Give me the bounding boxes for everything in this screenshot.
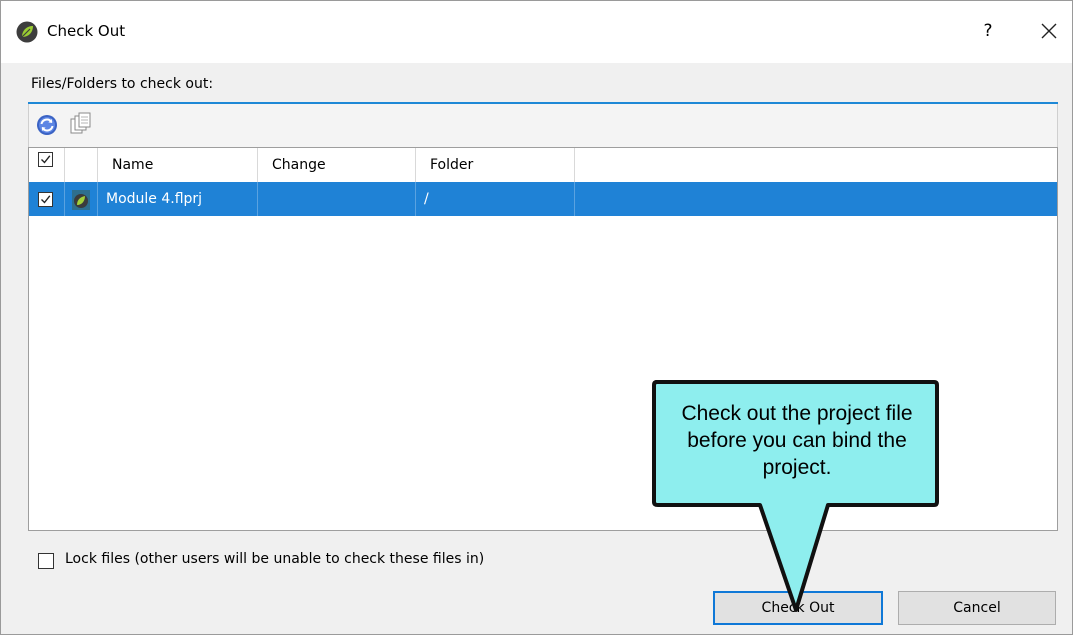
callout-text: Check out the project file before you ca… xyxy=(681,402,913,479)
close-button[interactable] xyxy=(1031,15,1067,47)
window-title: Check Out xyxy=(47,22,126,40)
copy-icon[interactable] xyxy=(69,111,93,137)
header-checkbox-cell xyxy=(29,148,65,182)
column-header-filler xyxy=(575,148,1057,182)
row-filler-cell xyxy=(575,182,1057,216)
header-icon-cell xyxy=(65,148,98,182)
row-name-cell: Module 4.flprj xyxy=(98,182,258,216)
row-checkbox[interactable] xyxy=(38,192,53,207)
lock-files-checkbox[interactable] xyxy=(38,553,54,569)
flare-project-icon xyxy=(72,189,90,223)
table-toolbar xyxy=(28,104,1058,147)
row-checkbox-cell xyxy=(29,182,65,216)
refresh-icon[interactable] xyxy=(36,114,58,136)
column-header-name[interactable]: Name xyxy=(98,148,258,182)
files-folders-label: Files/Folders to check out: xyxy=(31,76,214,92)
help-button[interactable]: ? xyxy=(973,15,1003,47)
select-all-checkbox[interactable] xyxy=(38,152,53,167)
row-folder-cell: / xyxy=(416,182,575,216)
column-header-change[interactable]: Change xyxy=(258,148,416,182)
column-header-folder[interactable]: Folder xyxy=(416,148,575,182)
table-header: Name Change Folder xyxy=(29,148,1057,182)
title-bar: Check Out ? xyxy=(1,1,1072,63)
close-icon xyxy=(1041,23,1057,39)
flare-leaf-icon xyxy=(16,21,38,43)
row-icon-cell xyxy=(65,182,98,216)
lock-files-label: Lock files (other users will be unable t… xyxy=(65,551,485,567)
row-change-cell xyxy=(258,182,416,216)
table-row[interactable]: Module 4.flprj / xyxy=(29,182,1057,216)
